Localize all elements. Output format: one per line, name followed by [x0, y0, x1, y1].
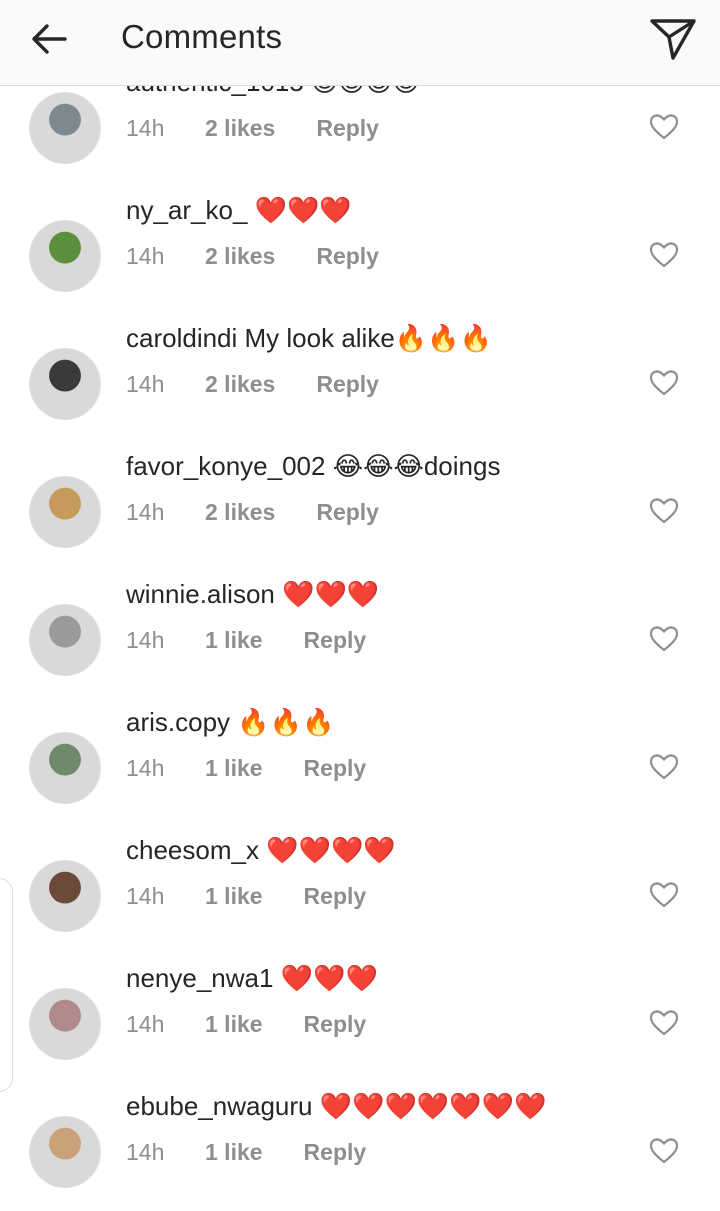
comment-username[interactable]: ny_ar_ko_ — [126, 195, 247, 225]
share-button[interactable] — [646, 12, 700, 66]
comment-likes[interactable]: 1 like — [205, 627, 263, 654]
comment-row[interactable]: caroldindi My look alike🔥🔥🔥 14h 2 likes Rep… — [0, 320, 720, 448]
reply-button[interactable]: Reply — [304, 1139, 367, 1166]
avatar[interactable] — [29, 604, 101, 676]
heart-icon[interactable] — [648, 879, 680, 911]
comment-username[interactable]: ebube_nwaguru — [126, 1091, 313, 1121]
reply-button[interactable]: Reply — [304, 755, 367, 782]
comment-meta: 14h 2 likes Reply — [126, 371, 379, 398]
comment-text-line: ebube_nwaguru ❤️❤️❤️❤️❤️❤️❤️ — [126, 1089, 546, 1123]
comment-time: 14h — [126, 115, 165, 141]
back-button[interactable] — [22, 14, 76, 64]
comment-username[interactable]: favor_konye_002 — [126, 451, 325, 481]
comment-likes[interactable]: 2 likes — [205, 499, 275, 526]
comment-row[interactable]: authentic_1015 😍😍😍😍 14h 2 likes Reply — [0, 86, 720, 192]
comment-likes[interactable]: 1 like — [205, 883, 263, 910]
page-title: Comments — [121, 18, 283, 55]
comment-text-line: ny_ar_ko_ ❤️❤️❤️ — [126, 193, 352, 227]
comment-time: 14h — [126, 883, 165, 909]
comment-body: 🔥🔥🔥 — [230, 707, 335, 737]
heart-icon[interactable] — [648, 111, 680, 143]
reply-button[interactable]: Reply — [316, 243, 379, 270]
avatar[interactable] — [29, 220, 101, 292]
comment-text-line: winnie.alison ❤️❤️❤️ — [126, 577, 379, 611]
comment-row[interactable]: ny_ar_ko_ ❤️❤️❤️ 14h 2 likes Reply — [0, 192, 720, 320]
heart-icon[interactable] — [648, 623, 680, 655]
reply-button[interactable]: Reply — [316, 115, 379, 142]
comment-likes[interactable]: 2 likes — [205, 243, 275, 270]
comment-row[interactable]: favor_konye_002 😂😂😂doings 14h 2 likes Reply — [0, 448, 720, 576]
comment-time: 14h — [126, 755, 165, 781]
comment-username[interactable]: caroldindi — [126, 323, 237, 353]
comment-body: ❤️❤️❤️❤️❤️❤️❤️ — [312, 1091, 547, 1121]
comment-likes[interactable]: 2 likes — [205, 115, 275, 142]
avatar[interactable] — [29, 92, 101, 164]
comment-text-line: authentic_1015 😍😍😍😍 — [126, 86, 419, 99]
comment-text-line: nenye_nwa1 ❤️❤️❤️ — [126, 961, 378, 995]
heart-icon[interactable] — [648, 239, 680, 271]
comment-username[interactable]: nenye_nwa1 — [126, 963, 273, 993]
comment-row[interactable]: nenye_nwa1 ❤️❤️❤️ 14h 1 like Reply — [0, 960, 720, 1088]
heart-icon[interactable] — [648, 751, 680, 783]
comment-meta: 14h 1 like Reply — [126, 627, 366, 654]
comment-body: 😂😂😂doings — [325, 451, 501, 481]
comment-text-line: aris.copy 🔥🔥🔥 — [126, 705, 334, 739]
reply-button[interactable]: Reply — [304, 883, 367, 910]
avatar[interactable] — [29, 988, 101, 1060]
comment-likes[interactable]: 1 like — [205, 755, 263, 782]
comment-username[interactable]: authentic_1015 — [126, 86, 304, 97]
comment-likes[interactable]: 1 like — [205, 1011, 263, 1038]
comment-time: 14h — [126, 1139, 165, 1165]
comment-body: My look alike🔥🔥🔥 — [237, 323, 492, 353]
reply-button[interactable]: Reply — [304, 1011, 367, 1038]
reply-button[interactable]: Reply — [304, 627, 367, 654]
comment-meta: 14h 1 like Reply — [126, 1139, 366, 1166]
top-bar: Comments — [0, 0, 720, 86]
comment-body: ❤️❤️❤️ — [247, 195, 352, 225]
comment-body: 😍😍😍😍 — [304, 86, 419, 97]
comment-likes[interactable]: 1 like — [205, 1139, 263, 1166]
heart-icon[interactable] — [648, 1135, 680, 1167]
avatar[interactable] — [29, 348, 101, 420]
reply-button[interactable]: Reply — [316, 499, 379, 526]
comment-username[interactable]: cheesom_x — [126, 835, 259, 865]
comment-text-line: favor_konye_002 😂😂😂doings — [126, 449, 500, 483]
comment-row[interactable]: ebube_nwaguru ❤️❤️❤️❤️❤️❤️❤️ 14h 1 like Rep… — [0, 1088, 720, 1211]
paper-plane-icon — [650, 19, 696, 60]
comment-meta: 14h 2 likes Reply — [126, 243, 379, 270]
reply-button[interactable]: Reply — [316, 371, 379, 398]
comment-row[interactable]: cheesom_x ❤️❤️❤️❤️ 14h 1 like Reply — [0, 832, 720, 960]
comment-time: 14h — [126, 499, 165, 525]
comment-body: ❤️❤️❤️❤️ — [258, 835, 396, 865]
comment-username[interactable]: aris.copy — [126, 707, 230, 737]
avatar[interactable] — [29, 476, 101, 548]
comment-username[interactable]: winnie.alison — [126, 579, 275, 609]
comment-body: ❤️❤️❤️ — [273, 963, 378, 993]
avatar[interactable] — [29, 860, 101, 932]
comment-meta: 14h 1 like Reply — [126, 755, 366, 782]
comment-meta: 14h 1 like Reply — [126, 883, 366, 910]
comment-meta: 14h 1 like Reply — [126, 1011, 366, 1038]
comment-meta: 14h 2 likes Reply — [126, 115, 379, 142]
comments-list[interactable]: authentic_1015 😍😍😍😍14h2 likesReplyny_ar_… — [0, 86, 720, 1211]
edge-handle — [0, 878, 13, 1092]
arrow-left-icon — [32, 24, 67, 54]
heart-icon[interactable] — [648, 495, 680, 527]
comment-time: 14h — [126, 371, 165, 397]
comment-row[interactable]: winnie.alison ❤️❤️❤️ 14h 1 like Reply — [0, 576, 720, 704]
heart-icon[interactable] — [648, 367, 680, 399]
comment-time: 14h — [126, 627, 165, 653]
comment-likes[interactable]: 2 likes — [205, 371, 275, 398]
heart-icon[interactable] — [648, 1007, 680, 1039]
avatar[interactable] — [29, 1116, 101, 1188]
comment-body: ❤️❤️❤️ — [274, 579, 380, 609]
comment-text-line: cheesom_x ❤️❤️❤️❤️ — [126, 833, 396, 867]
comment-time: 14h — [126, 243, 165, 269]
comment-text-line: caroldindi My look alike🔥🔥🔥 — [126, 321, 492, 355]
avatar[interactable] — [29, 732, 101, 804]
comment-row[interactable]: aris.copy 🔥🔥🔥 14h 1 like Reply — [0, 704, 720, 832]
comment-meta: 14h 2 likes Reply — [126, 499, 379, 526]
comment-time: 14h — [126, 1011, 165, 1037]
